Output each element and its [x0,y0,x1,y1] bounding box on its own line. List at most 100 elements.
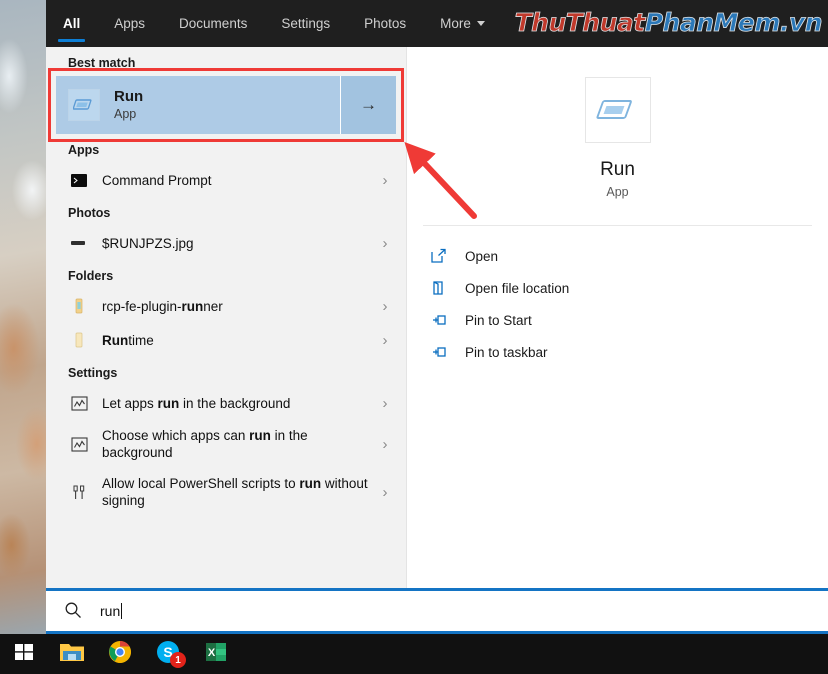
chevron-right-icon: › [382,297,388,315]
action-label: Open file location [465,280,570,296]
section-heading-apps: Apps [68,143,100,157]
app-preview-subtitle: App [606,185,629,199]
folder-icon [68,295,90,317]
tab-documents-label: Documents [179,16,248,31]
chevron-right-icon: › [382,394,388,412]
tab-all-label: All [63,16,81,31]
search-input-bar[interactable]: run [46,588,828,634]
file-explorer-button[interactable] [48,634,96,674]
powershell-script-icon [68,481,90,503]
arrow-right-icon: → [360,95,377,114]
settings-chart-icon [68,392,90,414]
command-prompt-icon [68,169,90,191]
chevron-right-icon: › [382,435,388,453]
pin-icon [429,310,449,330]
chevron-right-icon: › [382,234,388,252]
list-item-let-apps-run-in-the-background[interactable]: Let apps run in the background › [46,386,406,420]
best-match-row-run[interactable]: Run App → [56,76,396,134]
watermark-logo: ThuThuatPhanMem.vn [514,3,823,43]
list-item-runtime[interactable]: Runtime › [46,323,406,357]
tab-documents[interactable]: Documents [162,0,264,47]
best-match-subtitle: App [114,107,137,121]
app-actions-list: Open Open file location Pin to Start Pin… [407,240,828,368]
best-match-title: Run [114,88,144,105]
list-item-label: Runtime [102,332,154,348]
run-app-icon [584,77,651,143]
app-preview-column: Run App Open Open file location Pin to S… [406,47,828,588]
section-heading-photos: Photos [68,206,111,220]
preview-divider [423,225,812,226]
microsoft-excel-button[interactable]: X [192,634,240,674]
watermark-part-1: ThuThuat [514,8,645,38]
text-cursor [121,603,123,619]
list-item-label: Let apps run in the background [102,395,291,411]
action-label: Pin to Start [465,312,532,328]
start-button[interactable] [0,634,48,674]
tab-apps-label: Apps [114,16,146,31]
search-icon [64,601,84,621]
list-item-label: Choose which apps can run in the backgro… [102,428,308,460]
chevron-right-icon: › [382,171,388,189]
app-preview-header: Run App [407,47,828,199]
open-file-location-icon [429,278,449,298]
screen: All Apps Documents Settings Photos More … [0,0,828,674]
list-item-rcp-fe-plugin-runner[interactable]: rcp-fe-plugin-runner › [46,289,406,323]
action-label: Pin to taskbar [465,344,548,360]
tab-apps[interactable]: Apps [97,0,162,47]
folder-icon [68,329,90,351]
chevron-down-icon [476,21,485,26]
action-open-file-location[interactable]: Open file location [429,272,828,304]
tab-all[interactable]: All [46,0,97,47]
start-search-panel: All Apps Documents Settings Photos More … [46,0,828,634]
section-heading-settings: Settings [68,366,118,380]
file-explorer-icon [59,641,85,668]
list-item-label: $RUNJPZS.jpg [102,235,194,251]
list-item-label: Command Prompt [102,172,212,188]
best-match-text: Run App [114,87,143,123]
action-pin-to-taskbar[interactable]: Pin to taskbar [429,336,828,368]
desktop-wallpaper [0,0,46,634]
list-item-label: Allow local PowerShell scripts to run wi… [102,476,368,508]
chevron-right-icon: › [382,483,388,501]
list-item-allow-local-powershell-scripts-to-run-without-signing[interactable]: Allow local PowerShell scripts to run wi… [46,468,406,516]
app-preview-title: Run [600,159,635,180]
windows-logo-icon [14,642,34,667]
list-item-choose-which-apps-can-run-in-the-background[interactable]: Choose which apps can run in the backgro… [46,420,406,468]
best-match-wrap: Run App → [46,68,406,142]
best-match-main[interactable]: Run App [56,76,340,134]
chevron-right-icon: › [382,331,388,349]
pin-icon [429,342,449,362]
section-heading-folders: Folders [68,269,114,283]
watermark-part-2: PhanMem.vn [644,8,823,38]
best-match-expand-arrow[interactable]: → [340,76,396,134]
skype-notification-badge: 1 [170,652,186,668]
photo-file-icon [68,232,90,254]
results-list-column: Best match Run App → Apps Command Prompt… [46,47,406,588]
settings-chart-icon [68,433,90,455]
search-input-value: run [100,603,121,619]
list-item-command-prompt[interactable]: Command Prompt › [46,163,406,197]
excel-icon: X [204,640,228,669]
list-item-label: rcp-fe-plugin-runner [102,298,223,314]
chrome-icon [108,640,132,669]
tab-photos-label: Photos [364,16,407,31]
tab-settings[interactable]: Settings [264,0,347,47]
open-icon [429,246,449,266]
action-pin-to-start[interactable]: Pin to Start [429,304,828,336]
tab-more-label: More [440,16,471,31]
tab-settings-label: Settings [281,16,331,31]
search-input[interactable]: run [100,603,123,619]
action-label: Open [465,248,499,264]
action-open[interactable]: Open [429,240,828,272]
svg-text:X: X [208,647,216,659]
taskbar: S 1 X [0,634,828,674]
tab-photos[interactable]: Photos [347,0,423,47]
section-heading-best-match: Best match [68,56,136,70]
search-filter-tabbar: All Apps Documents Settings Photos More … [46,0,828,47]
google-chrome-button[interactable] [96,634,144,674]
run-app-icon [68,89,100,121]
list-item-runjpzs-jpg[interactable]: $RUNJPZS.jpg › [46,226,406,260]
tab-more[interactable]: More [423,0,502,47]
skype-button[interactable]: S 1 [144,634,192,674]
results-body: Best match Run App → Apps Command Prompt… [46,47,828,588]
